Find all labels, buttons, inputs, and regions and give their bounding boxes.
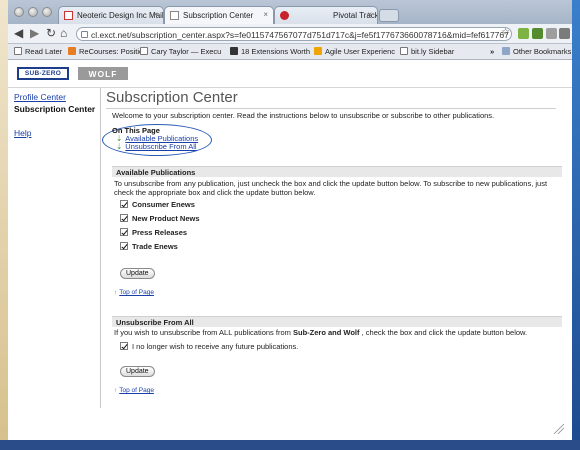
sidebar-item-help[interactable]: Help bbox=[14, 128, 31, 138]
pivotal-tracker-icon bbox=[280, 11, 289, 20]
top-of-page-link[interactable]: ↑ Top of Page bbox=[114, 289, 154, 296]
close-window-button[interactable] bbox=[14, 7, 24, 17]
tab-label: Neoteric Design Inc Mail - Sub bbox=[77, 11, 164, 20]
wrench-icon[interactable] bbox=[559, 28, 570, 39]
up-arrow-icon: ↑ bbox=[114, 289, 118, 296]
resize-handle[interactable] bbox=[554, 424, 564, 434]
down-arrow-icon: ⇣ bbox=[116, 142, 123, 151]
publication-row[interactable]: Trade Enews bbox=[120, 242, 178, 251]
new-tab-button[interactable] bbox=[379, 9, 399, 22]
intro-text: Welcome to your subscription center. Rea… bbox=[112, 111, 495, 120]
page-menu-icon[interactable] bbox=[546, 28, 557, 39]
page-title: Subscription Center bbox=[106, 89, 556, 109]
available-instructions: To unsubscribe from any publication, jus… bbox=[114, 179, 548, 197]
up-arrow-icon: ↑ bbox=[114, 387, 118, 394]
tab-strip: Neoteric Design Inc Mail - Sub × Subscri… bbox=[8, 0, 572, 24]
tab-label: Pivotal Tracker bbox=[333, 11, 378, 20]
unsubscribe-all-checkbox[interactable] bbox=[120, 342, 128, 350]
browser-window: Neoteric Design Inc Mail - Sub × Subscri… bbox=[8, 0, 572, 440]
page-icon bbox=[81, 31, 88, 38]
star-icon[interactable]: ☆ bbox=[501, 26, 510, 39]
bookmarks-overflow-button[interactable]: » bbox=[490, 47, 494, 56]
trade-enews-checkbox[interactable] bbox=[120, 242, 128, 250]
bookmarks-bar: Read Later ReCourses: Position Cary Tayl… bbox=[8, 44, 572, 60]
brand-header: SUB-ZERO WOLF bbox=[8, 60, 572, 88]
bookmark-icon bbox=[314, 47, 322, 55]
unsubscribe-instructions: If you wish to unsubscribe from ALL publ… bbox=[114, 328, 528, 337]
press-releases-checkbox[interactable] bbox=[120, 228, 128, 236]
tab-subscription-center[interactable]: Subscription Center × bbox=[164, 6, 274, 24]
publication-row[interactable]: Press Releases bbox=[120, 228, 187, 237]
url-text: cl.exct.net/subscription_center.aspx?s=f… bbox=[91, 30, 509, 40]
consumer-enews-checkbox[interactable] bbox=[120, 200, 128, 208]
desktop-background-right bbox=[572, 0, 580, 450]
close-tab-icon[interactable]: × bbox=[153, 10, 158, 19]
update-button[interactable]: Update bbox=[120, 268, 155, 279]
unsubscribe-from-all-heading: Unsubscribe From All bbox=[112, 316, 562, 327]
extension-icon[interactable] bbox=[518, 28, 529, 39]
sub-zero-logo: SUB-ZERO bbox=[17, 67, 69, 80]
desktop-background-left bbox=[0, 0, 8, 450]
page-icon bbox=[140, 47, 148, 55]
bookmark-item[interactable]: bit.ly Sidebar bbox=[400, 47, 454, 56]
bookmark-item[interactable]: 18 Extensions Worth bbox=[230, 47, 310, 56]
page-icon bbox=[400, 47, 408, 55]
folder-icon bbox=[502, 47, 510, 55]
sidebar-item-profile-center[interactable]: Profile Center bbox=[14, 92, 66, 102]
other-bookmarks-button[interactable]: Other Bookmarks bbox=[502, 47, 571, 56]
bookmark-item[interactable]: Cary Taylor — Execu bbox=[140, 47, 221, 56]
close-tab-icon[interactable]: × bbox=[367, 10, 372, 19]
tab-pivotal-tracker[interactable]: Pivotal Tracker × bbox=[274, 6, 378, 24]
new-product-news-checkbox[interactable] bbox=[120, 214, 128, 222]
publication-row[interactable]: Consumer Enews bbox=[120, 200, 195, 209]
update-button[interactable]: Update bbox=[120, 366, 155, 377]
forward-arrow-icon[interactable]: ▶ bbox=[30, 27, 39, 40]
extension-icon[interactable] bbox=[532, 28, 543, 39]
link-unsubscribe-from-all[interactable]: ⇣ Unsubscribe From All bbox=[116, 142, 197, 151]
browser-toolbar: ◀ ▶ ↻ ⌂ cl.exct.net/subscription_center.… bbox=[8, 24, 572, 44]
unsubscribe-all-row[interactable]: I no longer wish to receive any future p… bbox=[120, 342, 298, 351]
home-icon[interactable]: ⌂ bbox=[60, 27, 67, 40]
wolf-logo: WOLF bbox=[78, 67, 128, 80]
address-bar[interactable]: cl.exct.net/subscription_center.aspx?s=f… bbox=[76, 27, 512, 41]
available-publications-heading: Available Publications bbox=[112, 166, 562, 177]
reload-icon[interactable]: ↻ bbox=[46, 27, 56, 40]
sidebar-item-subscription-center: Subscription Center bbox=[14, 104, 96, 114]
gmail-icon bbox=[64, 11, 73, 20]
page-icon bbox=[170, 11, 179, 20]
minimize-window-button[interactable] bbox=[28, 7, 38, 17]
publication-row[interactable]: New Product News bbox=[120, 214, 200, 223]
back-arrow-icon[interactable]: ◀ bbox=[14, 27, 23, 40]
page-icon bbox=[14, 47, 22, 55]
tab-label: Subscription Center bbox=[183, 11, 254, 20]
tab-gmail[interactable]: Neoteric Design Inc Mail - Sub × bbox=[58, 6, 164, 24]
page-content: SUB-ZERO WOLF Profile Center Subscriptio… bbox=[8, 60, 572, 440]
zoom-window-button[interactable] bbox=[42, 7, 52, 17]
bookmark-item[interactable]: Agile User Experienc bbox=[314, 47, 395, 56]
close-tab-icon[interactable]: × bbox=[263, 10, 268, 19]
sidebar: Profile Center Subscription Center Help bbox=[8, 88, 101, 408]
desktop-background-bottom bbox=[0, 440, 580, 450]
bookmark-item[interactable]: ReCourses: Position bbox=[68, 47, 147, 56]
top-of-page-link[interactable]: ↑ Top of Page bbox=[114, 387, 154, 394]
bookmark-icon bbox=[230, 47, 238, 55]
bookmark-item[interactable]: Read Later bbox=[14, 47, 62, 56]
bookmark-icon bbox=[68, 47, 76, 55]
